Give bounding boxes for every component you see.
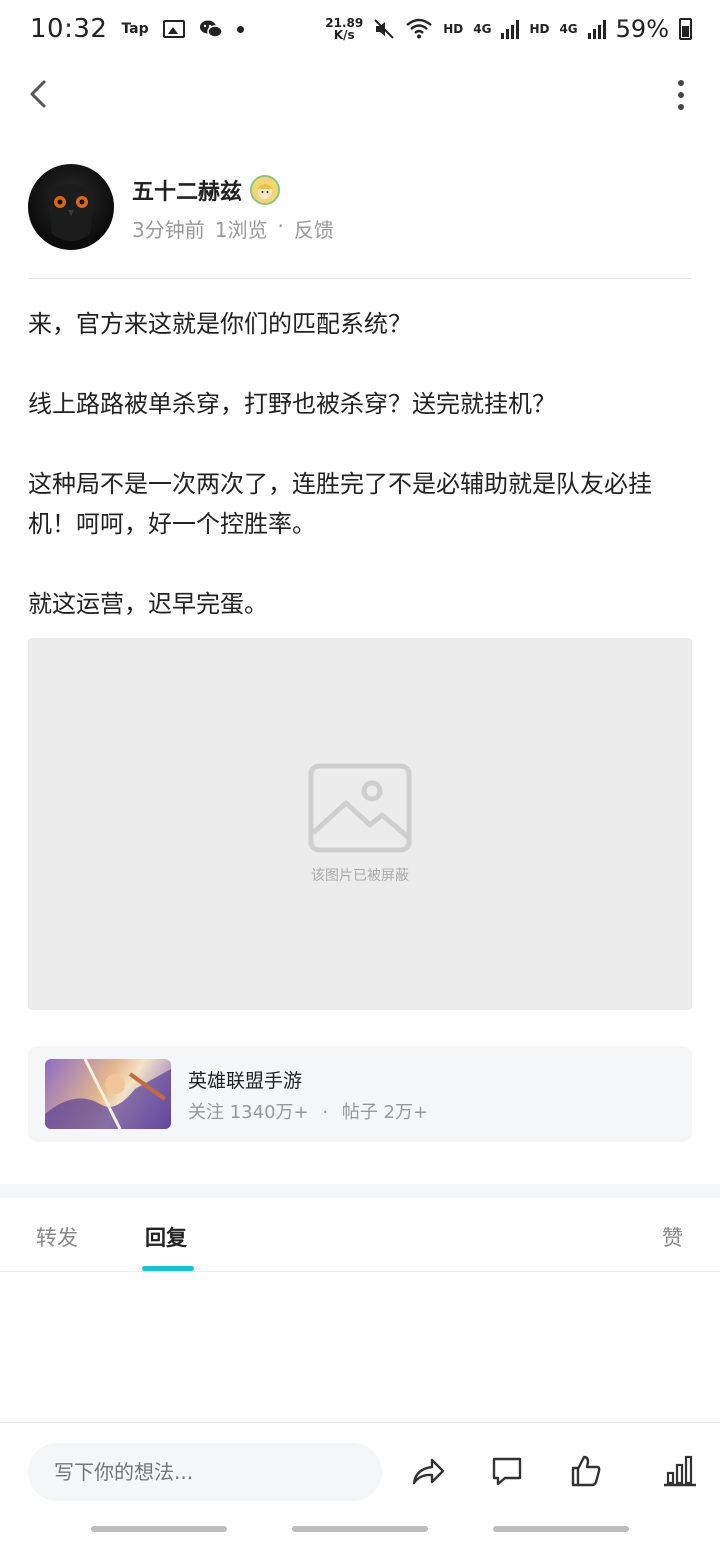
post-detail-page: 10:32 Tap 21.89 K/s HD 4G HD 4G 59% 五十二赫… bbox=[0, 0, 720, 1544]
post-paragraph: 这种局不是一次两次了，连胜完了不是必辅助就是队友必挂机！呵呵，好一个控胜率。 bbox=[28, 470, 652, 538]
tab-reply[interactable]: 回复 bbox=[145, 1222, 187, 1252]
thumbs-up-icon[interactable] bbox=[568, 1453, 604, 1489]
owl-avatar-image bbox=[48, 184, 94, 241]
top-nav bbox=[0, 62, 720, 126]
wifi-icon bbox=[406, 18, 432, 39]
author-header: 五十二赫兹 3分钟前 1浏览 · 反馈 bbox=[28, 164, 692, 250]
system-nav-back[interactable] bbox=[493, 1526, 629, 1532]
post-paragraph: 来，官方来这就是你们的匹配系统？ bbox=[28, 310, 412, 338]
post-paragraph: 就这运营，迟早完蛋。 bbox=[28, 590, 268, 618]
post-content: 来，官方来这就是你们的匹配系统？ 线上路路被单杀穿，打野也被杀穿？送完就挂机？ … bbox=[28, 304, 692, 664]
game-stats: 关注 1340万+ · 帖子 2万+ bbox=[188, 1098, 428, 1124]
wechat-notification-icon bbox=[199, 20, 223, 38]
system-nav-home[interactable] bbox=[292, 1526, 428, 1532]
blocked-image-label: 该图片已被屏蔽 bbox=[311, 868, 409, 884]
image-placeholder-icon bbox=[308, 763, 412, 853]
chevron-left-icon[interactable] bbox=[22, 76, 58, 112]
post-time: 3分钟前 bbox=[132, 218, 205, 242]
avatar[interactable] bbox=[28, 164, 114, 250]
network-speed: 21.89 K/s bbox=[325, 16, 364, 42]
tab-like[interactable]: 赞 bbox=[662, 1222, 683, 1252]
hd-indicator-1: HD bbox=[443, 22, 464, 36]
hd-indicator-2: HD bbox=[529, 22, 550, 36]
image-notification-icon bbox=[162, 20, 185, 38]
comment-icon[interactable] bbox=[489, 1453, 525, 1489]
blocked-image[interactable]: 该图片已被屏蔽 bbox=[28, 638, 692, 1010]
more-notifications-dot bbox=[236, 25, 244, 33]
battery-icon bbox=[679, 18, 692, 40]
active-tab-indicator bbox=[142, 1266, 194, 1271]
signal-icon-2 bbox=[587, 19, 606, 39]
share-icon[interactable] bbox=[410, 1453, 446, 1489]
user-badge-icon bbox=[250, 175, 281, 205]
feedback-link[interactable]: 反馈 bbox=[294, 214, 334, 243]
lte-indicator-2: 4G bbox=[559, 22, 578, 36]
tap-notification-icon: Tap bbox=[121, 21, 149, 37]
tab-repost[interactable]: 转发 bbox=[36, 1222, 78, 1252]
bottom-action-bar bbox=[0, 1422, 720, 1522]
post-paragraph: 线上路路被单杀穿，打野也被杀穿？送完就挂机？ bbox=[28, 390, 556, 418]
status-bar: 10:32 Tap 21.89 K/s HD 4G HD 4G 59% bbox=[0, 0, 720, 58]
author-name[interactable]: 五十二赫兹 bbox=[132, 174, 281, 206]
interaction-tabs: 转发 回复 赞 bbox=[0, 1200, 720, 1272]
mute-icon bbox=[374, 19, 394, 39]
meta-separator: · bbox=[277, 214, 284, 238]
more-vertical-icon[interactable] bbox=[674, 80, 688, 110]
section-divider bbox=[0, 1184, 720, 1198]
author-divider bbox=[28, 278, 692, 279]
bar-chart-icon[interactable] bbox=[662, 1453, 698, 1489]
game-name: 英雄联盟手游 bbox=[188, 1070, 303, 1092]
stats-separator: · bbox=[322, 1102, 329, 1123]
signal-icon-1 bbox=[501, 19, 520, 39]
game-posts: 帖子 2万+ bbox=[341, 1102, 429, 1123]
game-card[interactable]: 英雄联盟手游 关注 1340万+ · 帖子 2万+ bbox=[28, 1046, 692, 1142]
battery-percent: 59% bbox=[615, 15, 669, 43]
lte-indicator-1: 4G bbox=[473, 22, 492, 36]
status-time: 10:32 bbox=[30, 14, 108, 44]
system-nav-recents[interactable] bbox=[91, 1526, 227, 1532]
game-thumbnail bbox=[45, 1059, 171, 1129]
game-followers: 关注 1340万+ bbox=[188, 1102, 309, 1123]
comment-input[interactable] bbox=[28, 1443, 382, 1501]
view-count: 1浏览 bbox=[214, 218, 268, 242]
post-meta: 3分钟前 1浏览 · 反馈 bbox=[132, 214, 334, 243]
